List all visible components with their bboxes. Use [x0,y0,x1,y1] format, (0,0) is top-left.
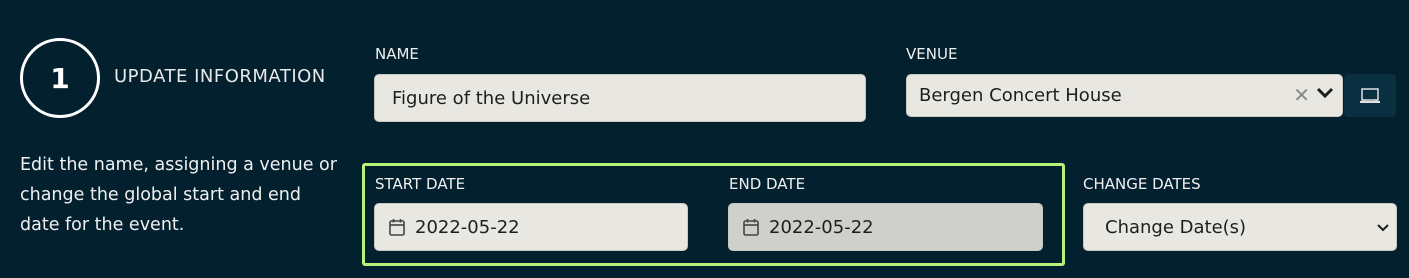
step-description: Edit the name, assigning a venue or chan… [20,155,337,235]
venue-map-button[interactable] [1344,74,1396,117]
name-input-value: Figure of the Universe [392,87,591,109]
step-number-badge: 1 [20,38,100,118]
name-label: NAME [375,45,419,63]
venue-select-value: Bergen Concert House [919,85,1122,106]
chevron-down-icon [1377,224,1389,232]
calendar-icon [743,219,759,236]
venue-map-icon [1360,87,1380,103]
change-dates-value: Change Date(s) [1105,216,1247,238]
venue-select[interactable]: Bergen Concert House ✕ [906,74,1343,117]
end-date-input: 2022-05-22 [728,203,1043,251]
venue-label: VENUE [906,45,958,63]
clear-icon[interactable]: ✕ [1293,83,1310,107]
calendar-icon [389,219,405,236]
name-input[interactable]: Figure of the Universe [374,74,866,122]
end-date-value: 2022-05-22 [769,216,874,238]
chevron-down-icon[interactable] [1316,86,1334,100]
start-date-label: START DATE [375,175,466,193]
start-date-value: 2022-05-22 [415,216,520,238]
change-dates-select[interactable]: Change Date(s) [1083,203,1397,251]
start-date-input[interactable]: 2022-05-22 [374,203,688,251]
step-number: 1 [50,61,70,95]
step-title: UPDATE INFORMATION [114,66,326,87]
end-date-label: END DATE [729,175,806,193]
change-dates-label: CHANGE DATES [1083,175,1201,193]
